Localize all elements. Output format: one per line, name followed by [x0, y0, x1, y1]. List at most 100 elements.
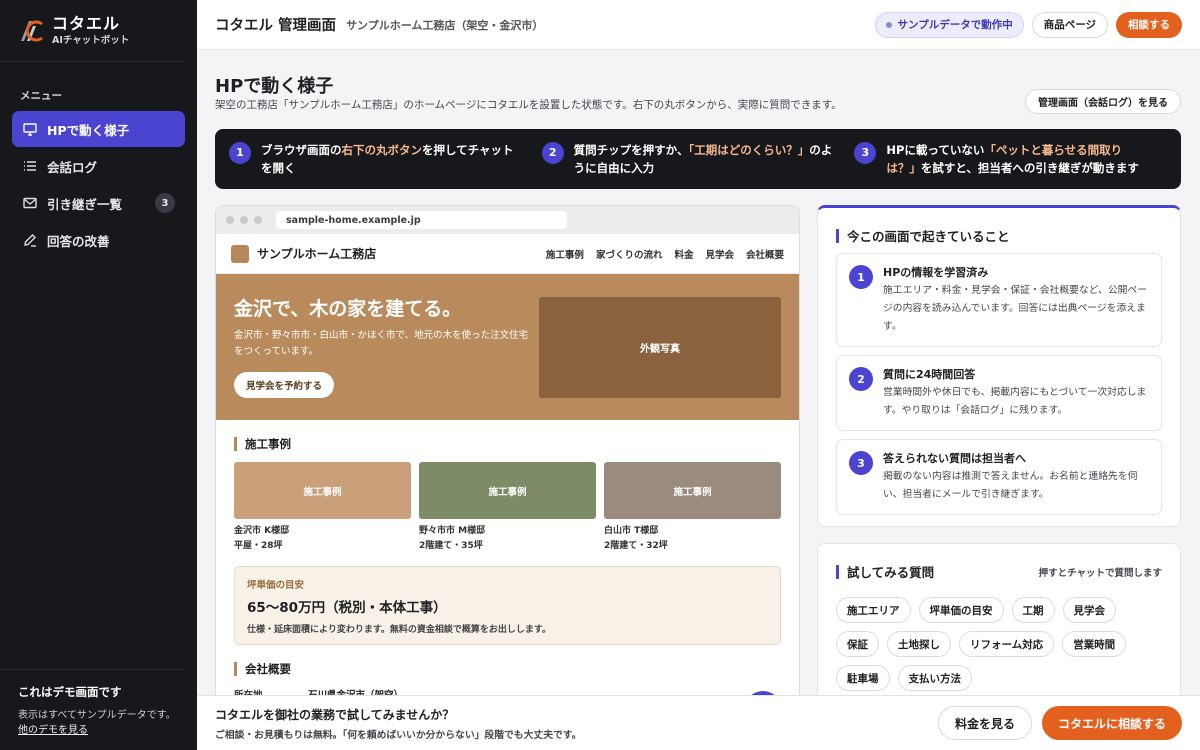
- hero-title: 金沢で、木の家を建てる。: [234, 298, 462, 320]
- site-nav: 施工事例 家づくりの流れ 料金 見学会 会社概要: [546, 247, 784, 261]
- panel-title: 試してみる質問: [836, 562, 934, 581]
- site-nav-item[interactable]: 見学会: [705, 247, 734, 261]
- monitor-icon: [22, 122, 37, 137]
- case-image-placeholder: 施工事例: [234, 462, 411, 519]
- sidebar-item-hp-demo[interactable]: HPで動く様子: [12, 111, 185, 147]
- panel-title-text: 試してみる質問: [847, 565, 935, 580]
- card-number: 3: [849, 451, 873, 475]
- panel-title: 今この画面で起きていること: [836, 226, 1162, 245]
- case-list: 施工事例 金沢市 K様邸 平屋・28坪 施工事例 野々市市 M様邸 2階建て・35坪…: [216, 452, 799, 554]
- case-image-placeholder: 施工事例: [604, 462, 781, 519]
- page-description: 架空の工務店「サンプルホーム工務店」のホームページにコタエルを設置した状態です。…: [215, 99, 842, 111]
- price-box: 坪単価の目安 65〜80万円（税別・本体工事） 仕様・延床面積により変わります。…: [234, 566, 781, 645]
- browser-toolbar: sample-home.example.jp: [216, 206, 799, 234]
- section-bar: [234, 662, 237, 676]
- main-content: HPで動く様子 架空の工務店「サンプルホーム工務店」のホームページにコタエルを設…: [197, 50, 1200, 695]
- feature-card: 3 答えられない質問は担当者へ 掲載のない内容は推測で答えません。お名前と連絡先を…: [836, 439, 1162, 515]
- case-card[interactable]: 施工事例 金沢市 K様邸 平屋・28坪: [234, 462, 411, 554]
- card-text: 施工エリア・料金・見学会・保証・会社概要など、公開ページの内容を読み込んでいます…: [883, 285, 1148, 332]
- case-card[interactable]: 施工事例 白山市 T様邸 2階建て・32坪: [604, 462, 781, 554]
- kotaeru-logo-icon: [18, 18, 44, 44]
- status-text: サンプルデータで動作中: [897, 19, 1013, 31]
- consult-button[interactable]: 相談する: [1116, 11, 1182, 38]
- step-text: ブラウザ画面の: [261, 143, 342, 157]
- card-text: 掲載のない内容は推測で答えません。お名前と連絡先を伺い、担当者にメールで引き継ぎ…: [883, 471, 1138, 500]
- company-section-title: 会社概要: [234, 661, 799, 677]
- question-chip[interactable]: 工期: [1011, 597, 1055, 623]
- sidebar: コタエル AIチャットボット メニュー HPで動く様子 会話ログ 引き継ぎ一覧 …: [0, 0, 197, 750]
- section-bar: [836, 564, 839, 579]
- window-dot-icon: [240, 216, 248, 224]
- question-chip[interactable]: 駐車場: [836, 665, 890, 691]
- question-chip[interactable]: 見学会: [1062, 597, 1116, 623]
- section-bar: [836, 228, 839, 243]
- demo-notice: これはデモ画面です 表示はすべてサンプルデータです。 他のデモを見る: [0, 669, 185, 738]
- site-name[interactable]: サンプルホーム工務店: [257, 245, 376, 262]
- case-spec: 平屋・28坪: [234, 541, 283, 551]
- case-caption: 野々市市 M様邸 2階建て・35坪: [419, 524, 596, 554]
- try-questions-panel: 試してみる質問 押すとチャットで質問します 施工エリア 坪単価の目安 工期 見学…: [817, 543, 1181, 695]
- cases-section-title: 施工事例: [234, 436, 799, 452]
- step-number: 1: [229, 142, 251, 164]
- site-nav-item[interactable]: 家づくりの流れ: [596, 247, 663, 261]
- other-demos-link[interactable]: 他のデモを見る: [18, 723, 185, 738]
- panel-title-text: 今この画面で起きていること: [847, 229, 1010, 244]
- question-chip[interactable]: 保証: [836, 631, 879, 657]
- window-dot-icon: [254, 216, 262, 224]
- steps-banner: 1 ブラウザ画面の右下の丸ボタンを押してチャットを開く 2 質問チップを押すか、…: [215, 129, 1181, 189]
- window-dot-icon: [226, 216, 234, 224]
- price-value: 65〜80万円（税別・本体工事）: [247, 600, 447, 616]
- app-logo[interactable]: コタエル AIチャットボット: [0, 0, 185, 62]
- question-chip[interactable]: 施工エリア: [836, 597, 911, 623]
- question-chip[interactable]: 土地探し: [887, 631, 951, 657]
- case-name: 野々市市 M様邸: [419, 526, 486, 536]
- site-nav-item[interactable]: 会社概要: [746, 247, 784, 261]
- price-label: 坪単価の目安: [247, 580, 305, 591]
- question-chip[interactable]: 坪単価の目安: [918, 597, 1004, 623]
- case-caption: 白山市 T様邸 2階建て・32坪: [604, 524, 781, 554]
- site-nav-item[interactable]: 料金: [674, 247, 693, 261]
- case-name: 白山市 T様邸: [604, 526, 659, 536]
- demo-notice-title: これはデモ画面です: [18, 685, 122, 699]
- hero-text: 金沢市・野々市市・白山市・かほく市で、地元の木を使った注文住宅をつくっています。: [234, 330, 529, 357]
- view-chat-log-button[interactable]: 管理画面（会話ログ）を見る: [1025, 89, 1181, 114]
- sidebar-item-label: 会話ログ: [47, 159, 98, 175]
- page-title: HPで動く様子: [215, 76, 334, 97]
- cta-text: ご相談・お見積もりは無料。「何を頼めばいいか分からない」段階でも大丈夫です。: [215, 729, 582, 741]
- browser-preview: sample-home.example.jp サンプルホーム工務店 施工事例 家…: [215, 205, 800, 695]
- company-name: サンプルホーム工務店（架空・金沢市）: [346, 18, 544, 32]
- company-key: 所在地: [234, 687, 308, 695]
- card-text: 営業時間外や休日でも、掲載内容にもとづいて一次対応します。やり取りは「会話ログ」…: [883, 387, 1147, 416]
- feature-card: 2 質問に24時間回答 営業時間外や休日でも、掲載内容にもとづいて一次対応します。…: [836, 355, 1162, 431]
- sidebar-item-handover[interactable]: 引き継ぎ一覧 3: [12, 185, 185, 221]
- step-text: HPに載っていない: [886, 143, 985, 157]
- site-header: サンプルホーム工務店 施工事例 家づくりの流れ 料金 見学会 会社概要: [216, 234, 799, 274]
- step-1: 1 ブラウザ画面の右下の丸ボタンを押してチャットを開く: [229, 141, 542, 177]
- cta-bar: コタエルを御社の業務で試してみませんか？ ご相談・お見積もりは無料。「何を頼めば…: [197, 695, 1200, 750]
- case-spec: 2階建て・35坪: [419, 541, 483, 551]
- consult-kotaeru-button[interactable]: コタエルに相談する: [1041, 706, 1182, 740]
- top-bar: コタエル 管理画面 サンプルホーム工務店（架空・金沢市） サンプルデータで動作中…: [197, 0, 1200, 50]
- case-caption: 金沢市 K様邸 平屋・28坪: [234, 524, 411, 554]
- panel-header: 試してみる質問 押すとチャットで質問します: [836, 562, 1162, 581]
- url-bar[interactable]: sample-home.example.jp: [276, 211, 567, 229]
- sidebar-item-improve-answers[interactable]: 回答の改善: [12, 222, 185, 258]
- view-pricing-button[interactable]: 料金を見る: [937, 706, 1032, 740]
- step-2: 2 質問チップを押すか、「工期はどのくらい？」のように自由に入力: [541, 141, 855, 177]
- card-title: 質問に24時間回答: [883, 368, 976, 381]
- case-image-placeholder: 施工事例: [419, 462, 596, 519]
- book-tour-button[interactable]: 見学会を予約する: [234, 372, 335, 398]
- section-bar: [234, 437, 237, 451]
- what-is-happening-panel: 今この画面で起きていること 1 HPの情報を学習済み 施工エリア・料金・見学会・保…: [817, 205, 1181, 527]
- question-chip[interactable]: 営業時間: [1062, 631, 1127, 657]
- case-card[interactable]: 施工事例 野々市市 M様邸 2階建て・35坪: [419, 462, 596, 554]
- product-page-button[interactable]: 商品ページ: [1031, 11, 1108, 38]
- site-nav-item[interactable]: 施工事例: [546, 247, 584, 261]
- step-number: 2: [541, 142, 564, 164]
- step-3: 3 HPに載っていない「ペットと暮らせる間取りは？」を試すと、担当者への引き継ぎ…: [854, 141, 1167, 177]
- question-chip[interactable]: 支払い方法: [897, 665, 972, 691]
- sidebar-item-chat-log[interactable]: 会話ログ: [12, 148, 185, 184]
- menu-label: メニュー: [20, 90, 62, 102]
- company-value: 石川県金沢市（架空）: [308, 687, 403, 695]
- question-chip[interactable]: リフォーム対応: [959, 631, 1055, 657]
